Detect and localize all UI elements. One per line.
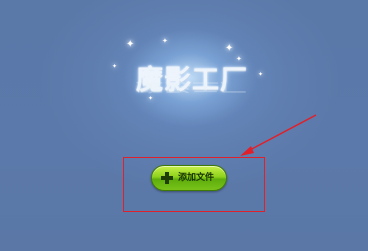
red-arrow-icon [240,114,317,156]
